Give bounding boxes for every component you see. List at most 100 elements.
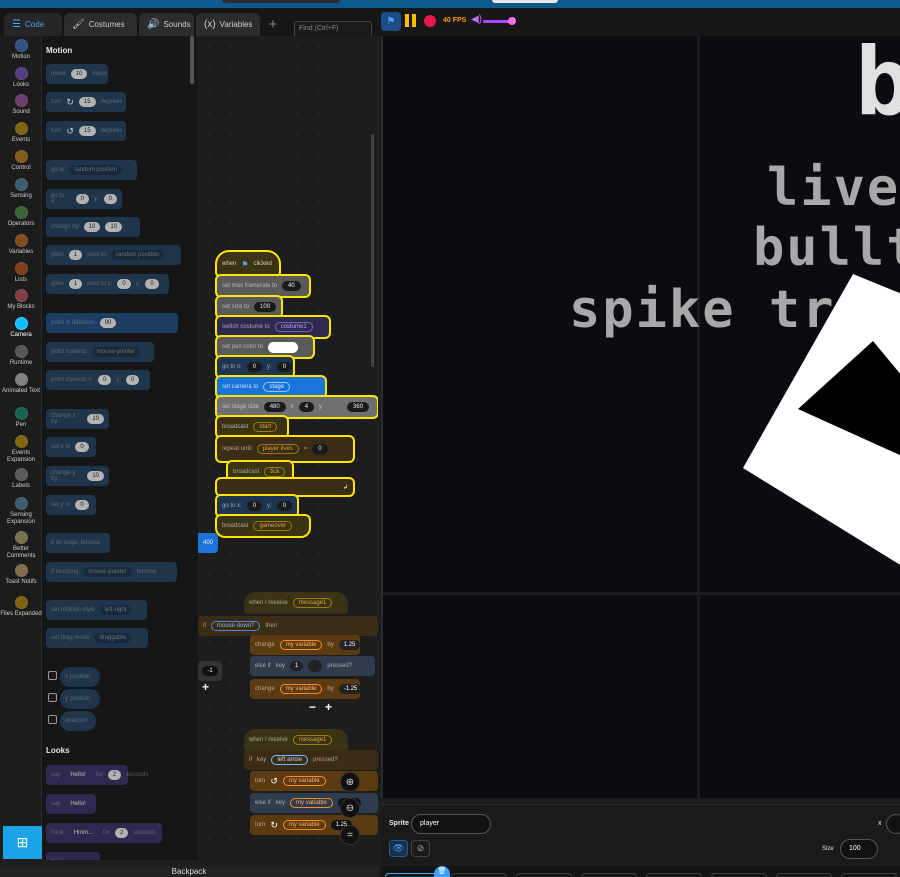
category-animated-text[interactable]: Animated Text: [0, 373, 42, 395]
palette-block[interactable]: move 10 steps: [46, 64, 108, 84]
sprite-name-input[interactable]: player: [411, 814, 491, 834]
category-pen[interactable]: Pen: [0, 407, 42, 429]
script-block[interactable]: set pen color to: [217, 337, 313, 357]
find-input[interactable]: Find (Ctrl+F): [294, 21, 372, 37]
player-sprite[interactable]: [743, 266, 900, 566]
delete-sprite-button[interactable]: 🗑: [434, 866, 450, 877]
zoom-reset-button[interactable]: =: [340, 825, 360, 845]
reporter-checkbox[interactable]: [48, 671, 57, 680]
category-better-comments[interactable]: Better Comments: [0, 531, 42, 560]
add-extension-button[interactable]: ⊞: [3, 826, 42, 859]
category-sensing[interactable]: Sensing: [0, 178, 42, 200]
category-my-blocks[interactable]: My Blocks: [0, 289, 42, 311]
script-block[interactable]: set camera to stage: [217, 377, 325, 397]
palette-block[interactable]: if on edge, bounce: [46, 533, 110, 553]
category-camera[interactable]: Camera: [0, 317, 42, 339]
y-position-reporter[interactable]: y position: [60, 689, 100, 709]
category-control[interactable]: Control: [0, 150, 42, 172]
sprite-thumb[interactable]: [516, 873, 572, 877]
palette-block[interactable]: turn ↻ 15 degrees: [46, 92, 126, 112]
palette-block[interactable]: change x by 10: [46, 409, 109, 429]
sprite-thumb[interactable]: [451, 873, 507, 877]
expand-plus-icon[interactable]: +: [202, 680, 209, 694]
reporter-checkbox[interactable]: [48, 693, 57, 702]
palette-block[interactable]: change by 10 10: [46, 217, 140, 237]
tab-variables[interactable]: (x) Variables: [196, 13, 260, 36]
expand-plus-icon[interactable]: +: [325, 700, 332, 714]
zoom-in-button[interactable]: ⊕: [340, 772, 360, 792]
palette-block[interactable]: think Hmm... for 2 seconds: [46, 823, 162, 843]
script-block[interactable]: switch costume to costume1: [217, 317, 329, 337]
category-files-expanded[interactable]: Files Expanded: [0, 596, 42, 618]
palette-block[interactable]: go to x: 0 y: 0: [46, 189, 122, 209]
if-block[interactable]: if mouse down? then: [198, 616, 378, 636]
palette-block[interactable]: go to random position: [46, 160, 137, 180]
script-block[interactable]: set stage size 480 x 4 y 360: [217, 397, 377, 417]
when-i-receive-hat[interactable]: when I receive message1: [244, 729, 348, 751]
broadcast-block[interactable]: broadcast start: [217, 417, 287, 437]
category-toast-notifs[interactable]: Toast Notifs: [0, 564, 42, 586]
zoom-out-button[interactable]: ⊖: [340, 798, 360, 818]
x-input[interactable]: [886, 814, 900, 834]
size-input[interactable]: 100: [840, 839, 878, 859]
green-flag-button[interactable]: ⚑: [381, 12, 401, 31]
workspace-scrollbar[interactable]: [371, 134, 374, 367]
palette-block[interactable]: turn ↺ 15 degrees: [46, 121, 126, 141]
palette-block[interactable]: glide 1 secs to random position: [46, 245, 181, 265]
if-key-block[interactable]: else if key 1 pressed?: [250, 656, 375, 676]
dragging-block[interactable]: 400: [198, 533, 218, 553]
category-events-expansion[interactable]: Events Expansion: [0, 435, 42, 464]
script-workspace[interactable]: when ⚑ clicked set max framerate to 40 set …: [198, 36, 378, 860]
script-block[interactable]: go to x: 0 y: 0: [217, 496, 297, 516]
category-sensing-expansion[interactable]: Sensing Expansion: [0, 497, 42, 526]
palette-block[interactable]: say Hello! for 2 seconds: [46, 765, 148, 785]
sprite-thumb[interactable]: [581, 873, 637, 877]
direction-reporter[interactable]: direction: [60, 711, 96, 731]
x-position-reporter[interactable]: x position: [60, 667, 100, 687]
when-flag-clicked-hat[interactable]: when ⚑ clicked: [217, 252, 279, 276]
palette-block[interactable]: point towards mouse-pointer: [46, 342, 154, 362]
backpack-bar[interactable]: Backpack: [0, 866, 378, 877]
category-operators[interactable]: Operators: [0, 206, 42, 228]
stage-canvas[interactable]: b lives: bullte spike tra: [381, 36, 900, 798]
change-variable-block[interactable]: change my variable by 1.25: [250, 635, 361, 655]
sprite-thumb[interactable]: [646, 873, 702, 877]
tab-costumes[interactable]: 🖌 Costumes: [64, 13, 137, 36]
if-key-block[interactable]: if key left arrow pressed?: [244, 750, 378, 770]
palette-block[interactable]: change y by 10: [46, 466, 109, 486]
pause-button[interactable]: [405, 14, 416, 27]
script-block[interactable]: go to x: 0 y: 0: [217, 357, 293, 377]
volume-slider-knob[interactable]: [508, 17, 516, 25]
collapse-minus-icon[interactable]: −: [309, 700, 316, 714]
value-reporter[interactable]: -1: [198, 661, 222, 681]
palette-block[interactable]: set y to 0: [46, 495, 96, 515]
palette-block[interactable]: point towards x: 0 y: 0: [46, 370, 150, 390]
change-variable-block[interactable]: change my variable by -1.25: [250, 679, 363, 699]
palette-scrollbar[interactable]: [190, 36, 194, 84]
category-events[interactable]: Events: [0, 122, 42, 144]
palette-block[interactable]: set drag mode draggable: [46, 628, 148, 648]
category-motion[interactable]: Motion: [0, 39, 42, 61]
reporter-checkbox[interactable]: [48, 715, 57, 724]
palette-block[interactable]: think: [46, 852, 100, 860]
add-tab-icon[interactable]: +: [262, 14, 284, 36]
sprite-thumb[interactable]: [385, 873, 441, 877]
sprite-thumb[interactable]: [776, 873, 832, 877]
palette-block[interactable]: if touching mouse-pointer bounce: [46, 562, 177, 582]
broadcast-block[interactable]: broadcast gameover: [217, 516, 309, 536]
hide-sprite-button[interactable]: ⊘: [411, 840, 430, 857]
menu-pill[interactable]: [492, 0, 558, 3]
palette-block[interactable]: glide 1 secs to x: 0 y: 0: [46, 274, 169, 294]
category-lists[interactable]: Lists: [0, 262, 42, 284]
tab-sounds[interactable]: 🔊 Sounds: [139, 13, 194, 36]
tab-code[interactable]: ☰ Code: [4, 13, 62, 36]
palette-block[interactable]: say Hello!: [46, 794, 96, 814]
stop-button[interactable]: [424, 15, 436, 27]
category-looks[interactable]: Looks: [0, 67, 42, 89]
when-i-receive-hat[interactable]: when I receive message1: [244, 592, 348, 614]
menu-pill[interactable]: [222, 0, 340, 3]
sprite-thumb[interactable]: [841, 873, 897, 877]
palette-block[interactable]: point in direction 90: [46, 313, 178, 333]
show-sprite-button[interactable]: 👁: [389, 840, 408, 857]
sprite-thumb[interactable]: [711, 873, 767, 877]
